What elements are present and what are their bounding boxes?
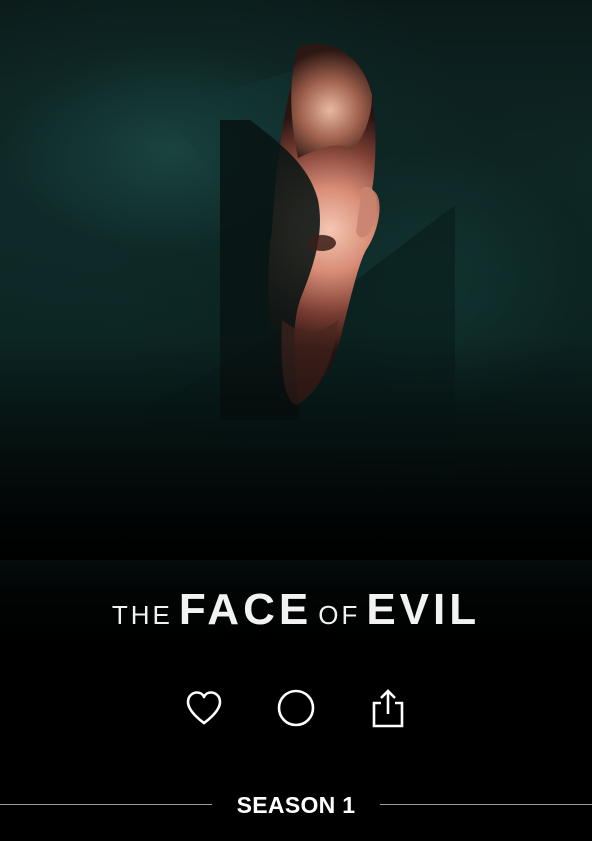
title-of: OF bbox=[318, 600, 361, 630]
watched-button[interactable] bbox=[274, 686, 318, 730]
season-label: SEASON 1 bbox=[236, 792, 356, 818]
title-the: THE bbox=[111, 600, 173, 630]
season-divider-left bbox=[0, 804, 212, 805]
title-evil: EVIL bbox=[366, 585, 481, 634]
poster-artwork bbox=[0, 0, 592, 560]
heart-icon bbox=[186, 691, 222, 725]
share-icon bbox=[372, 689, 404, 728]
season-selector[interactable]: SEASON 1 bbox=[0, 790, 592, 820]
season-divider-right bbox=[380, 804, 592, 805]
action-bar bbox=[0, 686, 592, 730]
show-title: THE FACE OF EVIL bbox=[0, 588, 592, 632]
title-face: FACE bbox=[178, 585, 313, 634]
like-button[interactable] bbox=[182, 686, 226, 730]
share-button[interactable] bbox=[366, 686, 410, 730]
show-poster: THE FACE OF EVIL SEASON 1 bbox=[0, 0, 592, 841]
circle-icon bbox=[277, 689, 315, 727]
